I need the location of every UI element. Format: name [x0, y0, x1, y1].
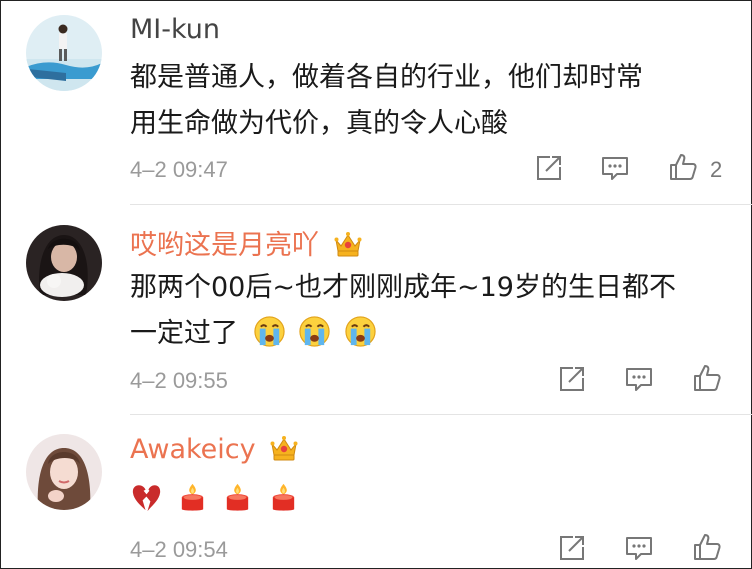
- timestamp: 4–2 09:55: [130, 368, 228, 393]
- username[interactable]: 哎哟这是月亮吖: [130, 223, 362, 262]
- comment-text: 都是普通人，做着各自的行业，他们却时常 用生命做为代价，真的令人心酸: [130, 55, 730, 147]
- repost-icon[interactable]: [534, 153, 564, 183]
- timestamp: 4–2 09:47: [130, 157, 228, 182]
- avatar[interactable]: [26, 434, 102, 510]
- crying-face-emoji: [253, 315, 286, 348]
- reply-icon[interactable]: [600, 153, 630, 183]
- comment-item: Awakeicy 4–2 09:54: [0, 415, 752, 569]
- comment-text-line: 都是普通人，做着各自的行业，他们却时常: [130, 62, 643, 93]
- crown-icon: [270, 435, 298, 461]
- timestamp: 4–2 09:54: [130, 537, 228, 562]
- candle-emoji: [176, 481, 209, 514]
- like-icon[interactable]: [692, 532, 722, 562]
- comment-text: 那两个00后~也才刚刚成年~19岁的生日都不 一定过了: [130, 265, 730, 357]
- reply-icon[interactable]: [624, 533, 654, 563]
- crown-icon: [334, 231, 362, 257]
- comment-text-line: 那两个00后~也才刚刚成年~19岁的生日都不: [130, 272, 676, 303]
- comment-text: [130, 477, 730, 523]
- reply-icon[interactable]: [624, 364, 654, 394]
- crying-face-emoji: [298, 315, 331, 348]
- crying-face-emoji: [344, 315, 377, 348]
- candle-emoji: [221, 481, 254, 514]
- candle-emoji: [267, 481, 300, 514]
- broken-heart-emoji: [130, 481, 163, 514]
- username-text[interactable]: 哎哟这是月亮吖: [130, 230, 319, 261]
- comment-text-segment: 一定过了: [130, 318, 238, 349]
- like-count: 2: [710, 157, 723, 182]
- avatar[interactable]: [26, 225, 102, 301]
- comment-text-line: 用生命做为代价，真的令人心酸: [130, 108, 508, 139]
- comment-item: 哎哟这是月亮吖 那两个00后~也才刚刚成年~19岁的生日都不 一定过了 4–2 …: [0, 205, 752, 415]
- like-icon[interactable]: [668, 152, 698, 182]
- username-text[interactable]: Awakeicy: [130, 434, 256, 465]
- repost-icon[interactable]: [557, 364, 587, 394]
- username[interactable]: MI-kun: [130, 14, 220, 45]
- comment-item: MI-kun 都是普通人，做着各自的行业，他们却时常 用生命做为代价，真的令人心…: [0, 0, 752, 205]
- repost-icon[interactable]: [557, 533, 587, 563]
- like-icon[interactable]: [692, 363, 722, 393]
- username[interactable]: Awakeicy: [130, 434, 298, 465]
- avatar[interactable]: [26, 15, 102, 91]
- comment-text-line: 一定过了: [130, 311, 730, 357]
